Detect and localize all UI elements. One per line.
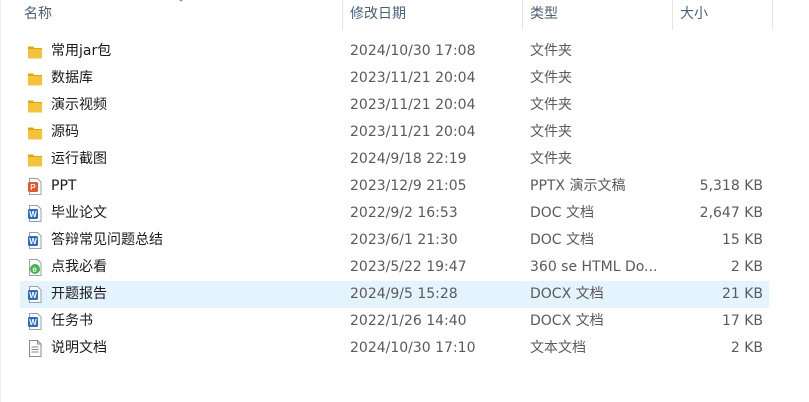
file-modified-date: 2023/11/21 20:04 <box>350 124 476 140</box>
file-size: 2,647 KB <box>699 205 763 221</box>
file-type: 360 se HTML Do... <box>530 259 658 275</box>
file-modified-date: 2023/6/1 21:30 <box>350 232 458 248</box>
file-name: 开题报告 <box>51 286 107 302</box>
column-header-name[interactable]: 名称 <box>20 0 342 31</box>
txt-file-icon <box>27 339 43 358</box>
file-row[interactable]: e 点我必看 2023/5/22 19:47 360 se HTML Do... 2 K… <box>20 254 769 281</box>
file-row[interactable]: 源码 2023/11/21 20:04 文件夹 <box>20 119 769 146</box>
file-type: 文件夹 <box>530 97 572 113</box>
file-row[interactable]: 数据库 2023/11/21 20:04 文件夹 <box>20 65 769 92</box>
column-header-type[interactable]: 类型 <box>526 0 672 31</box>
file-row[interactable]: W 开题报告 2024/9/5 15:28 DOCX 文档 21 KB <box>20 281 769 308</box>
svg-text:W: W <box>29 210 37 219</box>
folder-icon <box>27 150 43 169</box>
file-size: 5,318 KB <box>699 178 763 194</box>
file-row[interactable]: W 任务书 2022/1/26 14:40 DOCX 文档 17 KB <box>20 308 769 335</box>
file-type: 文件夹 <box>530 43 572 59</box>
file-name: 常用jar包 <box>51 43 112 59</box>
file-row[interactable]: 说明文档 2024/10/30 17:10 文本文档 2 KB <box>20 335 769 362</box>
file-row[interactable]: 常用jar包 2024/10/30 17:08 文件夹 <box>20 38 769 65</box>
column-divider[interactable] <box>672 0 673 30</box>
file-size: 15 KB <box>721 232 763 248</box>
file-name: 源码 <box>51 124 79 140</box>
column-divider[interactable] <box>772 0 773 30</box>
file-size: 21 KB <box>721 286 763 302</box>
column-header-size[interactable]: 大小 <box>676 0 772 31</box>
docx-file-icon: W <box>27 312 43 331</box>
file-type: 文件夹 <box>530 70 572 86</box>
pptx-file-icon: P <box>27 177 43 196</box>
file-modified-date: 2023/12/9 21:05 <box>350 178 467 194</box>
file-type: DOCX 文档 <box>530 286 604 302</box>
doc-file-icon: W <box>27 204 43 223</box>
svg-text:e: e <box>32 265 37 274</box>
file-name: 说明文档 <box>51 340 107 356</box>
folder-icon <box>27 42 43 61</box>
file-name: 答辩常见问题总结 <box>51 232 163 248</box>
doc-file-icon: W <box>27 231 43 250</box>
svg-text:W: W <box>29 237 37 246</box>
file-size: 2 KB <box>730 340 763 356</box>
file-name: 演示视频 <box>51 97 107 113</box>
column-divider[interactable] <box>522 0 523 30</box>
column-divider[interactable] <box>342 0 343 30</box>
window-left-border <box>0 0 1 402</box>
svg-text:W: W <box>29 291 37 300</box>
folder-icon <box>27 96 43 115</box>
file-modified-date: 2024/9/18 22:19 <box>350 151 467 167</box>
file-type: DOCX 文档 <box>530 313 604 329</box>
column-header-bar: 名称 修改日期 类型 大小 <box>0 0 809 31</box>
html-file-icon: e <box>27 258 43 277</box>
file-modified-date: 2022/9/2 16:53 <box>350 205 458 221</box>
svg-text:W: W <box>29 318 37 327</box>
file-modified-date: 2023/11/21 20:04 <box>350 70 476 86</box>
folder-icon <box>27 123 43 142</box>
file-name: 毕业论文 <box>51 205 107 221</box>
file-name: 运行截图 <box>51 151 107 167</box>
file-modified-date: 2023/5/22 19:47 <box>350 259 467 275</box>
file-row[interactable]: W 答辩常见问题总结 2023/6/1 21:30 DOC 文档 15 KB <box>20 227 769 254</box>
file-type: 文件夹 <box>530 124 572 140</box>
file-name: 任务书 <box>51 313 93 329</box>
file-modified-date: 2022/1/26 14:40 <box>350 313 467 329</box>
file-modified-date: 2024/9/5 15:28 <box>350 286 458 302</box>
svg-text:P: P <box>30 183 36 192</box>
file-modified-date: 2024/10/30 17:10 <box>350 340 476 356</box>
file-type: 文本文档 <box>530 340 586 356</box>
file-name: 点我必看 <box>51 259 107 275</box>
file-row[interactable]: 运行截图 2024/9/18 22:19 文件夹 <box>20 146 769 173</box>
file-type: PPTX 演示文稿 <box>530 178 626 194</box>
folder-icon <box>27 69 43 88</box>
docx-file-icon: W <box>27 285 43 304</box>
file-row[interactable]: P PPT 2023/12/9 21:05 PPTX 演示文稿 5,318 KB <box>20 173 769 200</box>
sort-ascending-icon <box>179 0 183 2</box>
file-modified-date: 2024/10/30 17:08 <box>350 43 476 59</box>
column-header-date[interactable]: 修改日期 <box>346 0 522 31</box>
file-name: PPT <box>51 178 77 194</box>
file-modified-date: 2023/11/21 20:04 <box>350 97 476 113</box>
file-row[interactable]: W 毕业论文 2022/9/2 16:53 DOC 文档 2,647 KB <box>20 200 769 227</box>
file-type: DOC 文档 <box>530 232 595 248</box>
file-name: 数据库 <box>51 70 93 86</box>
file-type: 文件夹 <box>530 151 572 167</box>
file-type: DOC 文档 <box>530 205 595 221</box>
file-size: 2 KB <box>730 259 763 275</box>
file-row[interactable]: 演示视频 2023/11/21 20:04 文件夹 <box>20 92 769 119</box>
file-size: 17 KB <box>721 313 763 329</box>
